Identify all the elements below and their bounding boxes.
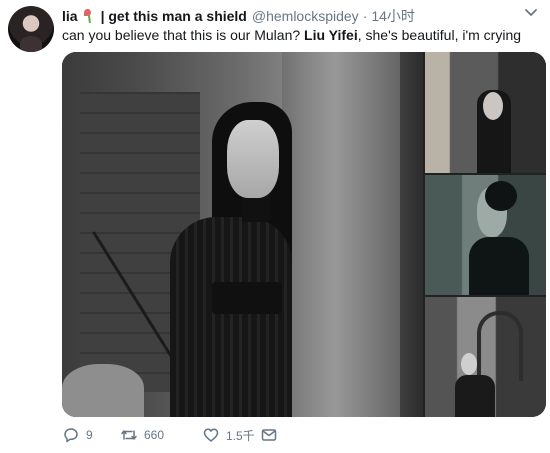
tweet-text-after: , she's beautiful, i'm crying bbox=[357, 27, 522, 43]
retweet-button[interactable]: 660 bbox=[120, 424, 202, 446]
photo-belt bbox=[212, 282, 282, 314]
tweet-timestamp[interactable]: 14小时 bbox=[371, 6, 415, 26]
reply-button[interactable]: 9 bbox=[62, 424, 120, 446]
reply-count: 9 bbox=[86, 428, 93, 442]
photo-side-3-arch bbox=[477, 311, 523, 381]
rose-emoji-icon bbox=[83, 8, 97, 24]
photo-pillar bbox=[282, 52, 400, 417]
tweet-text-before: can you believe that this is our Mulan? bbox=[62, 27, 305, 43]
photo-side-2-figure bbox=[469, 237, 529, 295]
photo-body bbox=[170, 217, 292, 417]
media-grid bbox=[62, 52, 546, 417]
photo-main[interactable] bbox=[62, 52, 423, 417]
direct-message-icon bbox=[261, 429, 277, 441]
like-count: 1.5千 bbox=[226, 428, 255, 443]
heart-icon bbox=[203, 428, 219, 442]
user-handle[interactable]: @hemlockspidey bbox=[252, 8, 359, 24]
photo-face bbox=[227, 120, 279, 198]
retweet-icon bbox=[121, 430, 137, 440]
direct-message-button[interactable] bbox=[260, 424, 282, 446]
display-name[interactable]: lia bbox=[62, 8, 78, 24]
photo-stone bbox=[62, 364, 144, 417]
header-separator: · bbox=[362, 8, 368, 24]
photo-side-2-hair bbox=[485, 181, 517, 211]
photo-side-1-head bbox=[483, 92, 503, 120]
tweet[interactable]: lia | get this man a shield @hemlockspid… bbox=[0, 0, 550, 453]
photo-side-3-head bbox=[461, 353, 477, 375]
photo-side-3[interactable] bbox=[425, 297, 546, 417]
retweet-count: 660 bbox=[144, 428, 165, 442]
tweet-header: lia | get this man a shield @hemlockspid… bbox=[62, 6, 415, 26]
photo-side-2[interactable] bbox=[425, 175, 546, 295]
chevron-down-icon[interactable] bbox=[524, 8, 538, 18]
tweet-actions: 9 660 1.5千 bbox=[62, 424, 282, 446]
display-name-suffix[interactable]: | get this man a shield bbox=[101, 8, 247, 24]
tweet-text: can you believe that this is our Mulan? … bbox=[62, 27, 521, 43]
photo-side-3-figure bbox=[455, 375, 495, 417]
avatar[interactable] bbox=[8, 6, 54, 52]
photo-side-1[interactable] bbox=[425, 52, 546, 173]
reply-icon bbox=[64, 428, 78, 443]
like-button[interactable]: 1.5千 bbox=[202, 424, 260, 446]
tweet-text-bold: Liu Yifei bbox=[304, 27, 358, 43]
